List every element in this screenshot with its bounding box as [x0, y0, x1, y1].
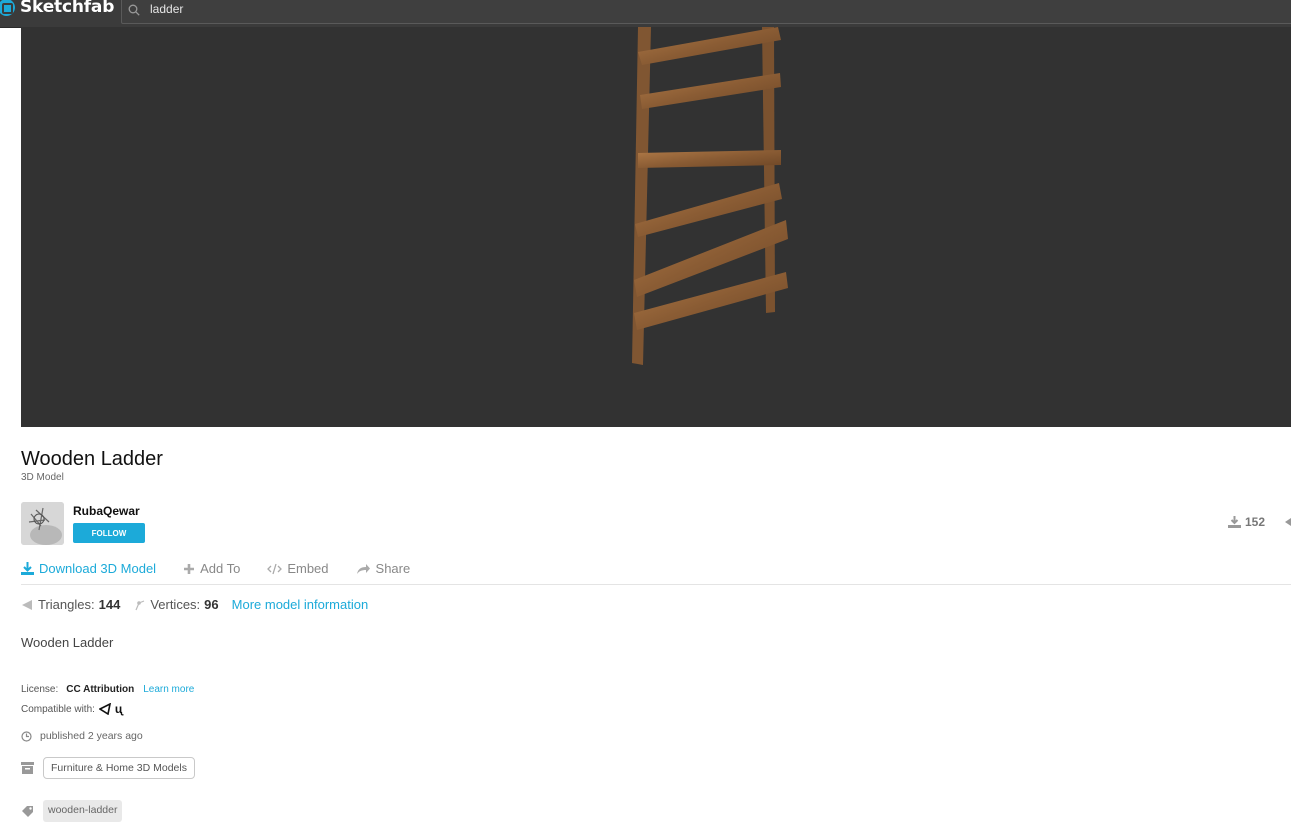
triangles-count: Triangles: 144	[21, 597, 120, 612]
embed-button[interactable]: Embed	[267, 561, 329, 576]
search-icon	[128, 4, 140, 16]
search-input[interactable]: ladder	[121, 0, 1291, 24]
download-count: 152	[1228, 515, 1265, 529]
more-model-information-link[interactable]: More model information	[232, 597, 369, 612]
add-to-button[interactable]: Add To	[183, 561, 240, 576]
license-label: License:	[21, 684, 59, 695]
like-icon[interactable]	[1283, 517, 1291, 527]
3d-model-viewer[interactable]	[21, 27, 1291, 427]
share-arrow-icon	[356, 563, 370, 574]
plus-icon	[184, 563, 195, 574]
model-description: Wooden Ladder	[21, 635, 114, 650]
model-title: Wooden Ladder	[21, 448, 163, 470]
download-icon	[21, 562, 34, 575]
tag-chip[interactable]: wooden-ladder	[43, 800, 123, 822]
download-count-value: 152	[1245, 515, 1266, 529]
tag-row: wooden-ladder	[21, 800, 123, 822]
author-name[interactable]: RubaQewar	[73, 504, 140, 518]
unity-icon	[98, 703, 111, 715]
share-button[interactable]: Share	[356, 561, 411, 576]
license-row: License: CC Attribution Learn more	[21, 684, 194, 695]
license-name[interactable]: CC Attribution	[66, 684, 134, 695]
embed-label: Embed	[287, 561, 329, 576]
download-label: Download 3D Model	[39, 561, 157, 576]
clock-icon	[21, 730, 32, 742]
add-to-label: Add To	[200, 561, 241, 576]
model-actions: Download 3D Model Add To Embed Share	[21, 561, 437, 576]
search-value: ladder	[150, 2, 184, 16]
triangles-value: 144	[98, 597, 121, 612]
triangle-icon	[22, 599, 32, 610]
vertex-icon	[135, 599, 145, 610]
logo-text: Sketchfab	[20, 0, 115, 17]
sketchfab-logo[interactable]: Sketchfab	[0, 0, 114, 20]
vertices-value: 96	[204, 597, 219, 612]
avatar-image	[21, 502, 64, 545]
compatibility-row: Compatible with: ᶙ	[21, 702, 122, 716]
author-avatar[interactable]	[21, 502, 64, 545]
published-text: published 2 years ago	[40, 730, 143, 742]
wooden-ladder-render	[632, 27, 788, 365]
model-metrics: Triangles: 144 Vertices: 96 More model i…	[21, 597, 368, 612]
vertices-label: Vertices:	[150, 597, 201, 612]
triangles-label: Triangles:	[38, 597, 95, 612]
category-row: Furniture & Home 3D Models	[21, 757, 195, 779]
model-subtitle: 3D Model	[21, 472, 64, 483]
unreal-icon: ᶙ	[114, 702, 123, 716]
compatible-label: Compatible with:	[21, 703, 95, 715]
vertices-count: Vertices: 96	[133, 597, 219, 612]
sketchfab-logo-icon	[0, 0, 15, 16]
archive-icon	[21, 762, 34, 774]
follow-button[interactable]: FOLLOW	[73, 523, 145, 543]
tag-icon	[22, 806, 33, 817]
section-divider	[21, 584, 1291, 585]
download-icon	[1228, 516, 1241, 528]
category-chip[interactable]: Furniture & Home 3D Models	[43, 757, 195, 779]
learn-more-link[interactable]: Learn more	[143, 684, 194, 695]
code-icon	[267, 563, 283, 574]
published-date: published 2 years ago	[21, 730, 143, 742]
share-label: Share	[375, 561, 411, 576]
top-navigation-bar: Sketchfab ladder	[0, 0, 1291, 28]
download-model-button[interactable]: Download 3D Model	[21, 561, 156, 576]
